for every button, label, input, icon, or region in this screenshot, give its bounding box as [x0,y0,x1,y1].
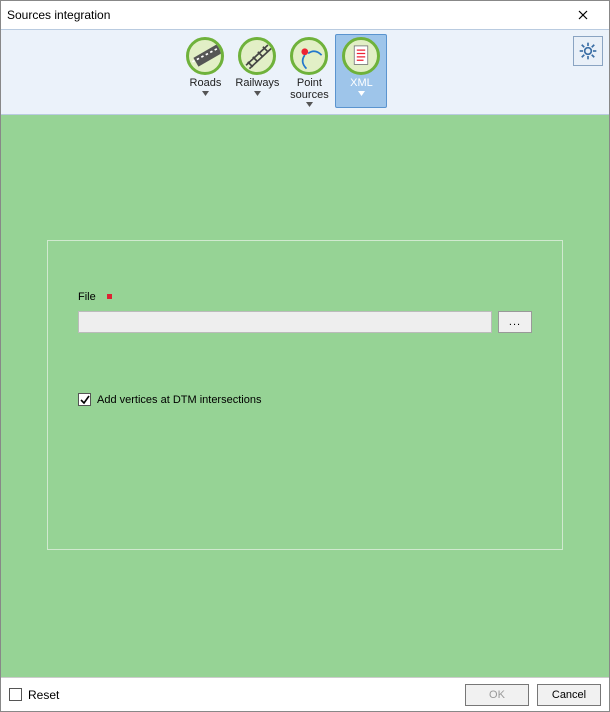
xml-icon [342,37,380,75]
toolbar-group: Roads Railways [179,34,387,108]
toolbar-item-point-sources[interactable]: Point sources [283,34,335,108]
browse-button[interactable]: ... [498,311,532,333]
ok-button[interactable]: OK [465,684,529,706]
chevron-down-icon [358,91,365,96]
required-marker [107,294,112,299]
railways-icon [238,37,276,75]
browse-label: ... [509,316,521,328]
file-row: ... [78,311,532,333]
chevron-down-icon [254,91,261,96]
reset-label: Reset [28,688,59,702]
settings-button[interactable] [573,36,603,66]
cancel-button[interactable]: Cancel [537,684,601,706]
toolbar: Roads Railways [1,29,609,115]
toolbar-label: XML [350,78,373,90]
cancel-label: Cancel [552,689,586,701]
toolbar-label: Point sources [286,78,332,101]
toolbar-label: Railways [235,78,279,90]
point-sources-icon [290,37,328,75]
window-title: Sources integration [7,8,563,22]
chevron-down-icon [306,102,313,107]
form-panel: File ... Add vertices at DTM intersectio… [47,240,563,550]
reset-checkbox[interactable]: Reset [9,688,59,702]
file-input[interactable] [78,311,492,333]
ok-label: OK [489,689,505,701]
dtm-checkbox-label: Add vertices at DTM intersections [97,394,261,406]
chevron-down-icon [202,91,209,96]
dtm-checkbox-row[interactable]: Add vertices at DTM intersections [78,393,532,406]
main-area: File ... Add vertices at DTM intersectio… [1,115,609,677]
roads-icon [186,37,224,75]
toolbar-item-roads[interactable]: Roads [179,34,231,108]
close-icon [578,10,588,20]
titlebar: Sources integration [1,1,609,29]
close-button[interactable] [563,3,603,27]
toolbar-item-railways[interactable]: Railways [231,34,283,108]
toolbar-label: Roads [190,78,222,90]
toolbar-item-xml[interactable]: XML [335,34,387,108]
checkbox-icon [78,393,91,406]
checkbox-icon [9,688,22,701]
footer: Reset OK Cancel [1,677,609,711]
file-label: File [78,291,96,303]
gear-icon [578,41,598,61]
